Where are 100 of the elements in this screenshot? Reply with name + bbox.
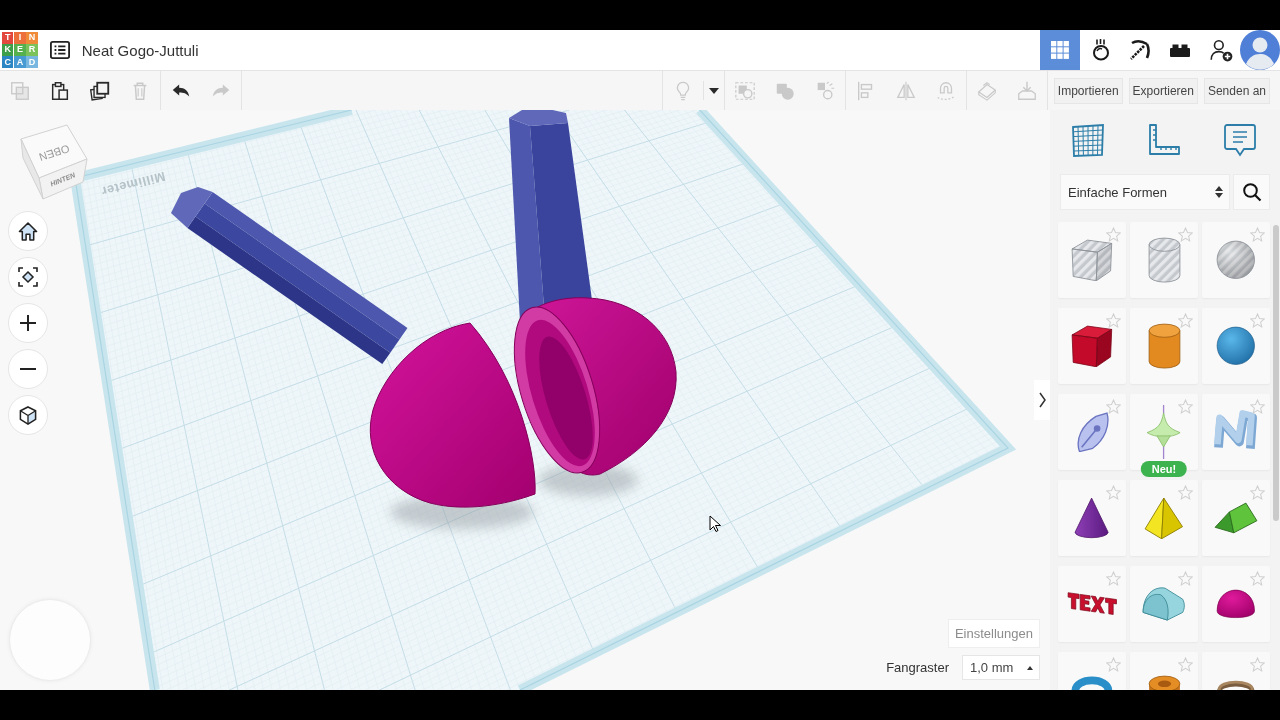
workplane-unit-label: Millimeter bbox=[99, 168, 167, 200]
collapse-panel-button[interactable] bbox=[1034, 380, 1050, 420]
up-down-caret-icon bbox=[1215, 186, 1223, 198]
view-cube[interactable] bbox=[20, 124, 88, 200]
star-icon[interactable] bbox=[1106, 657, 1121, 672]
drop-to-floor-icon bbox=[1015, 79, 1038, 102]
cube-outline-icon bbox=[19, 405, 37, 425]
star-icon[interactable] bbox=[1106, 227, 1121, 242]
shape-tile[interactable] bbox=[1058, 222, 1126, 298]
notes-icon[interactable] bbox=[1223, 122, 1257, 158]
sphere-icon bbox=[1216, 326, 1256, 366]
star-icon[interactable] bbox=[1178, 313, 1193, 328]
logo-letter: N bbox=[26, 32, 38, 44]
pyramid-icon bbox=[1144, 496, 1184, 540]
logo-letter: A bbox=[14, 56, 26, 68]
mouse-pointer-icon bbox=[709, 515, 721, 532]
list-icon[interactable] bbox=[48, 40, 71, 60]
shape-category-dropdown[interactable]: Einfache Formen bbox=[1060, 174, 1230, 210]
star-icon[interactable] bbox=[1250, 485, 1265, 500]
shape-tile[interactable] bbox=[1130, 222, 1198, 298]
view-cube-top-label: OBEN bbox=[37, 142, 71, 164]
text-shape-icon bbox=[1066, 591, 1118, 617]
ruler-icon[interactable] bbox=[1146, 122, 1182, 158]
logo-letter: K bbox=[2, 44, 14, 56]
grouped-shapes-icon bbox=[733, 79, 756, 102]
perspective-button[interactable] bbox=[8, 395, 48, 435]
star-icon[interactable] bbox=[1106, 485, 1121, 500]
logo-letter: D bbox=[26, 56, 38, 68]
logo-letter: T bbox=[2, 32, 14, 44]
logo-letter: E bbox=[14, 44, 26, 56]
mirror-icon bbox=[894, 79, 917, 102]
shape-tile[interactable] bbox=[1202, 566, 1270, 642]
design-title[interactable]: Neat Gogo-Juttuli bbox=[81, 41, 199, 59]
fit-view-button[interactable] bbox=[8, 257, 48, 297]
shape-tile[interactable] bbox=[1130, 566, 1198, 642]
pickaxe-icon bbox=[1128, 38, 1152, 62]
clipboard-icon bbox=[49, 79, 71, 102]
stacked-squares-icon bbox=[89, 79, 111, 102]
half-cylinder-icon bbox=[1142, 586, 1186, 622]
zoom-out-button[interactable] bbox=[8, 349, 48, 389]
send-to-button[interactable]: Senden an bbox=[1203, 77, 1270, 104]
star-icon[interactable] bbox=[1178, 485, 1193, 500]
search-button[interactable] bbox=[1233, 174, 1270, 210]
grid-plane-icon[interactable] bbox=[1070, 122, 1106, 158]
hexagonal-rod[interactable] bbox=[171, 187, 408, 365]
copy-icon bbox=[9, 79, 31, 102]
minus-icon bbox=[20, 368, 36, 370]
star-icon[interactable] bbox=[1250, 313, 1265, 328]
logo-letter: I bbox=[14, 32, 26, 44]
star-icon[interactable] bbox=[1106, 399, 1121, 414]
shape-tile[interactable] bbox=[1130, 308, 1198, 384]
tilted-plane-icon bbox=[975, 79, 998, 102]
star-icon[interactable] bbox=[1250, 571, 1265, 586]
shape-tile[interactable] bbox=[1202, 308, 1270, 384]
shape-tile[interactable] bbox=[1202, 394, 1270, 470]
shape-tile[interactable] bbox=[1058, 394, 1126, 470]
dome-icon bbox=[1216, 589, 1256, 619]
star-icon[interactable] bbox=[1250, 657, 1265, 672]
grid-icon bbox=[1048, 38, 1072, 62]
shape-tile[interactable] bbox=[1058, 308, 1126, 384]
home-icon bbox=[18, 221, 38, 241]
shape-tile[interactable] bbox=[1058, 480, 1126, 556]
hollow-half-sphere[interactable] bbox=[513, 297, 677, 476]
logo-letter: C bbox=[2, 56, 14, 68]
caret-up-icon bbox=[1027, 665, 1033, 670]
star-icon[interactable] bbox=[1250, 399, 1265, 414]
shape-tile[interactable] bbox=[1058, 566, 1126, 642]
logo-letter: R bbox=[26, 44, 38, 56]
scrollbar-thumb[interactable] bbox=[1273, 225, 1279, 521]
pen-nib-icon bbox=[1074, 411, 1110, 453]
star-icon[interactable] bbox=[1106, 571, 1121, 586]
roof-icon bbox=[1214, 502, 1258, 534]
new-badge: Neu! bbox=[1140, 461, 1188, 477]
zoom-in-button[interactable] bbox=[8, 303, 48, 343]
shape-tile[interactable] bbox=[1130, 480, 1198, 556]
striped-sphere-icon bbox=[1216, 240, 1256, 280]
import-button[interactable]: Importieren bbox=[1053, 77, 1123, 104]
star-icon[interactable] bbox=[1178, 399, 1193, 414]
plus-icon bbox=[20, 315, 36, 331]
chevron-right-icon bbox=[1038, 392, 1046, 408]
focus-frame-icon bbox=[18, 267, 38, 287]
cone-icon bbox=[1074, 497, 1110, 539]
cube-icon bbox=[1071, 324, 1113, 368]
star-icon[interactable] bbox=[1106, 313, 1121, 328]
striped-cylinder-icon bbox=[1147, 236, 1181, 284]
shape-tile[interactable] bbox=[1202, 222, 1270, 298]
add-user-icon[interactable] bbox=[1208, 37, 1234, 63]
star-icon[interactable] bbox=[1250, 227, 1265, 242]
cylinder-icon bbox=[1147, 322, 1181, 370]
spinning-top-icon bbox=[1146, 403, 1182, 461]
star-icon[interactable] bbox=[1178, 571, 1193, 586]
avatar-icon[interactable] bbox=[1240, 30, 1280, 70]
snap-grid-label: Fangraster bbox=[886, 660, 949, 675]
shape-tile[interactable] bbox=[1202, 480, 1270, 556]
star-icon[interactable] bbox=[1178, 227, 1193, 242]
home-button[interactable] bbox=[8, 211, 48, 251]
snap-grid-dropdown[interactable]: 1,0 mm bbox=[962, 655, 1040, 680]
striped-cube-icon bbox=[1071, 238, 1113, 282]
export-button[interactable]: Exportieren bbox=[1128, 77, 1198, 104]
star-icon[interactable] bbox=[1178, 657, 1193, 672]
